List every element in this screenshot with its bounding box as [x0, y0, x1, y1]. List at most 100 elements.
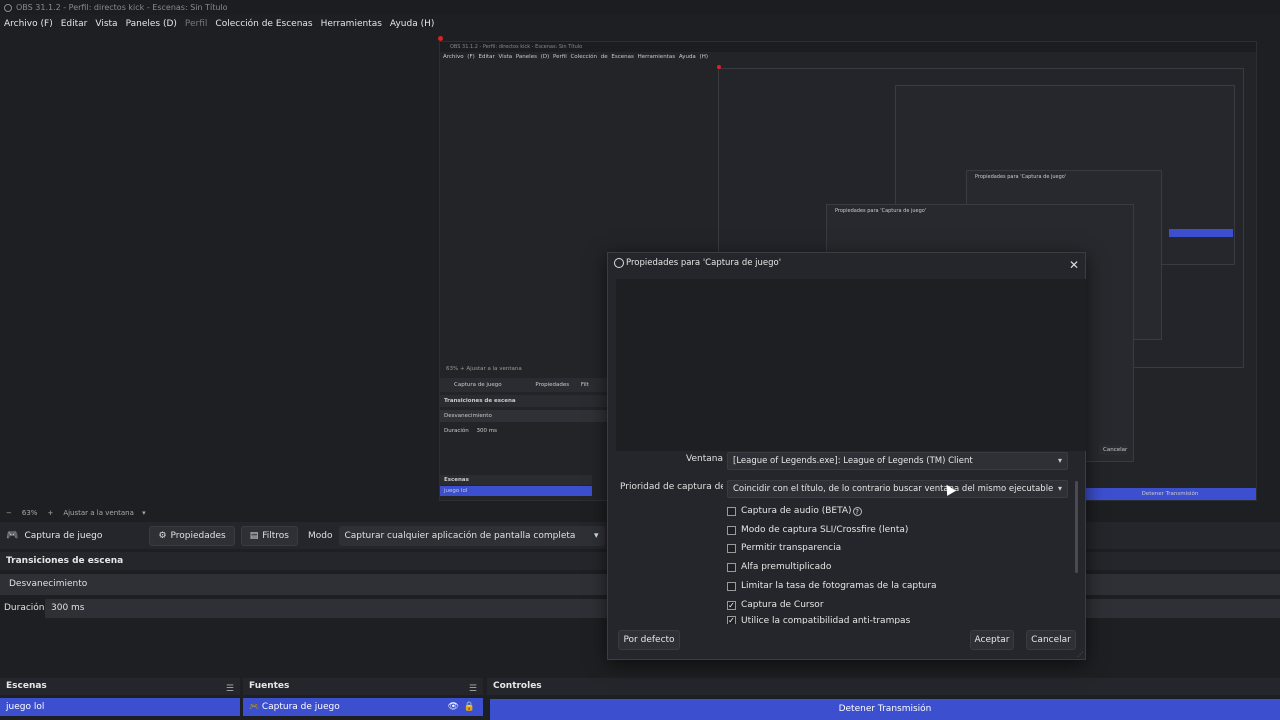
gamepad-icon: 🎮: [6, 530, 19, 541]
checkbox-box[interactable]: [727, 543, 736, 553]
window-select-value: [League of Legends.exe]: League of Legen…: [733, 456, 973, 466]
fit-window-dropdown[interactable]: Ajustar a la ventana ▾: [63, 509, 145, 517]
mirror-scene-item: juego lol: [440, 486, 592, 496]
menu-paneles[interactable]: Paneles (D): [126, 19, 183, 29]
resize-grip-icon[interactable]: ⋰: [1077, 651, 1083, 658]
checkbox-box-checked[interactable]: ✓: [727, 616, 736, 624]
checkbox-transparency[interactable]: Permitir transparencia: [727, 541, 841, 555]
mode-select[interactable]: Capturar cualquier aplicación de pantall…: [338, 525, 605, 546]
filters-button[interactable]: ▤ Filtros: [240, 525, 298, 546]
checkbox-sli-crossfire[interactable]: Modo de captura SLI/Crossfire (lenta): [727, 523, 908, 537]
duration-label: Duración: [4, 603, 45, 613]
mirror-source-bar: Captura de juego Propiedades Filt: [440, 378, 608, 392]
properties-button[interactable]: ⚙ Propiedades: [149, 525, 235, 546]
chevron-down-icon: ▾: [1057, 456, 1062, 465]
controls-dock-header: Controles: [487, 678, 1280, 695]
dialog-preview: [616, 279, 1086, 451]
properties-dialog: Propiedades para 'Captura de juego' ✕ Ve…: [607, 252, 1086, 660]
gamepad-icon: 🎮: [249, 702, 259, 711]
checkbox-label: Modo de captura SLI/Crossfire (lenta): [741, 525, 909, 535]
filters-label: Filtros: [262, 530, 289, 541]
chevron-down-icon: ▾: [142, 509, 146, 517]
window-label: Ventana: [686, 454, 723, 464]
menu-vista[interactable]: Vista: [95, 19, 123, 29]
menu-perfil[interactable]: Perfil: [185, 19, 214, 29]
mode-value: Capturar cualquier aplicación de pantall…: [344, 530, 576, 541]
checkbox-audio-capture[interactable]: Captura de audio (BETA) ?: [727, 504, 862, 518]
mirror-transitions-header: Transiciones de escena: [440, 395, 608, 407]
scenes-dock-title: Escenas: [6, 681, 47, 691]
chevron-down-icon: ▾: [593, 530, 599, 541]
scenes-dock-header: Escenas ☰: [0, 678, 240, 695]
priority-label: Prioridad de captura de ve: [620, 482, 723, 492]
mirror-zoom-bar: 63% + Ajustar a la ventana: [446, 366, 522, 372]
mirror-dialog-3-title: Propiedades para 'Captura de juego': [975, 174, 1067, 180]
zoom-value: 63%: [21, 509, 38, 517]
lock-icon[interactable]: 🔒: [464, 698, 475, 716]
checkbox-premultiplied-alpha[interactable]: Alfa premultiplicado: [727, 560, 831, 574]
defaults-button[interactable]: Por defecto: [618, 630, 680, 650]
source-name: Captura de juego: [24, 530, 103, 541]
checkbox-label: Utilice la compatibilidad anti-trampas: [741, 616, 911, 624]
dialog-scrollbar[interactable]: [1075, 481, 1078, 573]
menu-bar: Archivo (F) Editar Vista Paneles (D) Per…: [0, 15, 1280, 33]
window-select[interactable]: [League of Legends.exe]: League of Legen…: [727, 452, 1068, 470]
checkbox-box[interactable]: [727, 506, 736, 516]
close-icon[interactable]: ✕: [1069, 255, 1079, 275]
menu-ayuda[interactable]: Ayuda (H): [390, 19, 440, 29]
checkbox-capture-cursor[interactable]: ✓ Captura de Cursor: [727, 598, 824, 612]
mirror-duration-value: 300 ms: [476, 428, 497, 434]
sources-dock-title: Fuentes: [249, 681, 290, 691]
list-icon[interactable]: ☰: [469, 681, 477, 698]
obs-logo-icon: [4, 3, 12, 12]
window-title: OBS 31.1.2 - Perfil: directos kick - Esc…: [16, 3, 228, 12]
bottom-docks: Escenas ☰ juego lol Fuentes ☰ 🎮 Captura …: [0, 678, 1280, 720]
gear-icon: ⚙: [158, 530, 167, 541]
mirror-duration: Duración 300 ms: [440, 425, 608, 437]
mirror-title: OBS 31.1.2 - Perfil: directos kick - Esc…: [440, 42, 1256, 52]
list-icon[interactable]: ☰: [226, 681, 234, 698]
window-titlebar: OBS 31.1.2 - Perfil: directos kick - Esc…: [0, 0, 1280, 15]
mirror-dialog-2-cancel: Cancelar: [1099, 445, 1127, 455]
mirror-level2-blue-bar: [1169, 229, 1233, 237]
source-item[interactable]: 🎮 Captura de juego 👁 🔒: [243, 698, 483, 716]
chevron-down-icon: ▾: [1057, 484, 1062, 493]
accept-button[interactable]: Aceptar: [970, 630, 1014, 650]
mode-label: Modo: [308, 530, 333, 541]
menu-editar[interactable]: Editar: [61, 19, 94, 29]
mirror-props-button: Propiedades: [535, 382, 570, 388]
help-icon[interactable]: ?: [852, 506, 862, 516]
zoom-in-button[interactable]: +: [47, 509, 53, 517]
checkbox-box-checked[interactable]: ✓: [727, 600, 736, 610]
source-item-label: Captura de juego: [261, 702, 340, 712]
stop-streaming-button[interactable]: Detener Transmisión: [490, 699, 1280, 720]
checkbox-box[interactable]: [727, 581, 736, 591]
scenes-dock: Escenas ☰ juego lol: [0, 678, 240, 720]
properties-label: Propiedades: [170, 530, 226, 541]
checkbox-label: Captura de Cursor: [741, 600, 824, 610]
checkbox-box[interactable]: [727, 562, 736, 572]
dialog-title: Propiedades para 'Captura de juego': [626, 258, 782, 268]
menu-coleccion-escenas[interactable]: Colección de Escenas: [215, 19, 318, 29]
checkbox-label: Alfa premultiplicado: [741, 562, 832, 572]
mirror-filters-button: Filt: [580, 382, 589, 388]
checkbox-label: Permitir transparencia: [741, 543, 842, 553]
priority-select[interactable]: Coincidir con el título, de lo contrario…: [727, 480, 1068, 498]
priority-select-value: Coincidir con el título, de lo contrario…: [733, 484, 1054, 494]
menu-herramientas[interactable]: Herramientas: [321, 19, 388, 29]
cancel-button[interactable]: Cancelar: [1026, 630, 1076, 650]
checkbox-limit-framerate[interactable]: Limitar la tasa de fotogramas de la capt…: [727, 579, 937, 593]
zoom-out-button[interactable]: −: [6, 509, 12, 517]
scene-item[interactable]: juego lol: [0, 698, 240, 716]
mirror-scenes-header: Escenas: [440, 475, 592, 485]
mirror-menu: Archivo (F) Editar Vista Paneles (D) Per…: [443, 54, 708, 60]
mirror-dialog-2-title: Propiedades para 'Captura de juego': [835, 208, 927, 214]
mirror-stop-button: Detener Transmisión: [1080, 488, 1256, 500]
menu-archivo[interactable]: Archivo (F): [4, 19, 59, 29]
checkbox-anticheat[interactable]: ✓ Utilice la compatibilidad anti-trampas: [727, 616, 910, 624]
checkbox-label: Limitar la tasa de fotogramas de la capt…: [741, 581, 937, 591]
mirror-level2-red-dot: [717, 65, 721, 69]
eye-icon[interactable]: 👁: [448, 698, 459, 716]
checkbox-label: Captura de audio (BETA): [741, 506, 852, 516]
checkbox-box[interactable]: [727, 525, 736, 535]
